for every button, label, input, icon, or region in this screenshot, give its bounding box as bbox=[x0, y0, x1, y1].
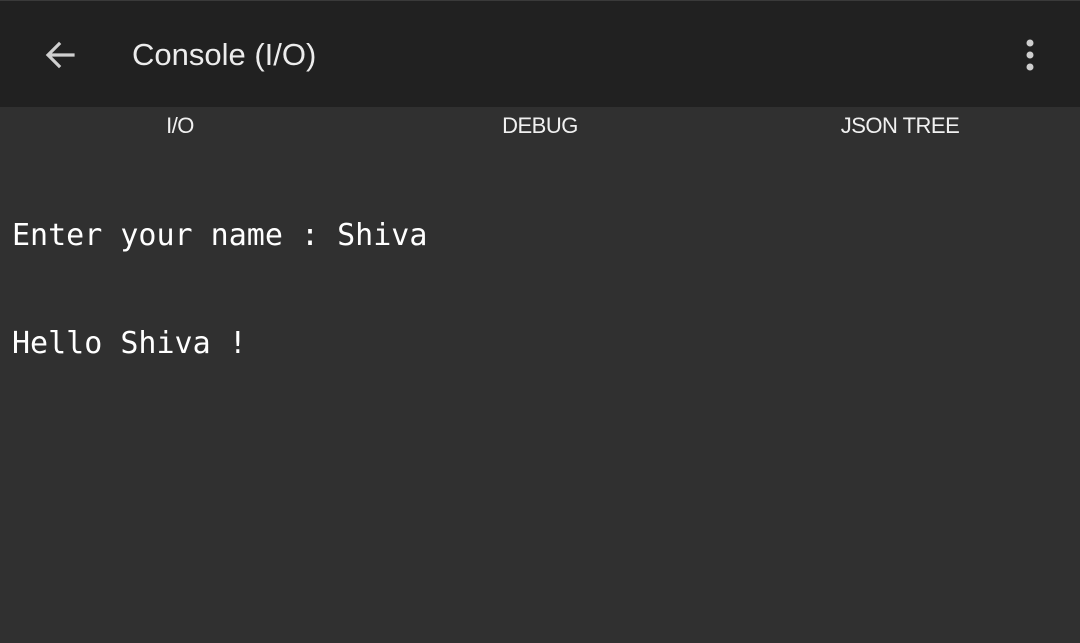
more-vertical-icon bbox=[1026, 39, 1034, 71]
tab-bar: I/O DEBUG JSON TREE bbox=[0, 107, 1080, 145]
overflow-menu-button[interactable] bbox=[1006, 29, 1054, 81]
console-output[interactable]: Enter your name : Shiva Hello Shiva ! bbox=[12, 146, 1068, 398]
back-button[interactable] bbox=[30, 25, 90, 85]
tab-io[interactable]: I/O bbox=[0, 107, 360, 145]
arrow-left-icon bbox=[45, 41, 75, 69]
tab-json-tree[interactable]: JSON TREE bbox=[720, 107, 1080, 145]
console-line: Enter your name : Shiva bbox=[12, 218, 428, 253]
app-bar: Console (I/O) bbox=[0, 0, 1080, 107]
console-line: Hello Shiva ! bbox=[12, 326, 247, 361]
tab-debug[interactable]: DEBUG bbox=[360, 107, 720, 145]
page-title: Console (I/O) bbox=[132, 37, 317, 72]
